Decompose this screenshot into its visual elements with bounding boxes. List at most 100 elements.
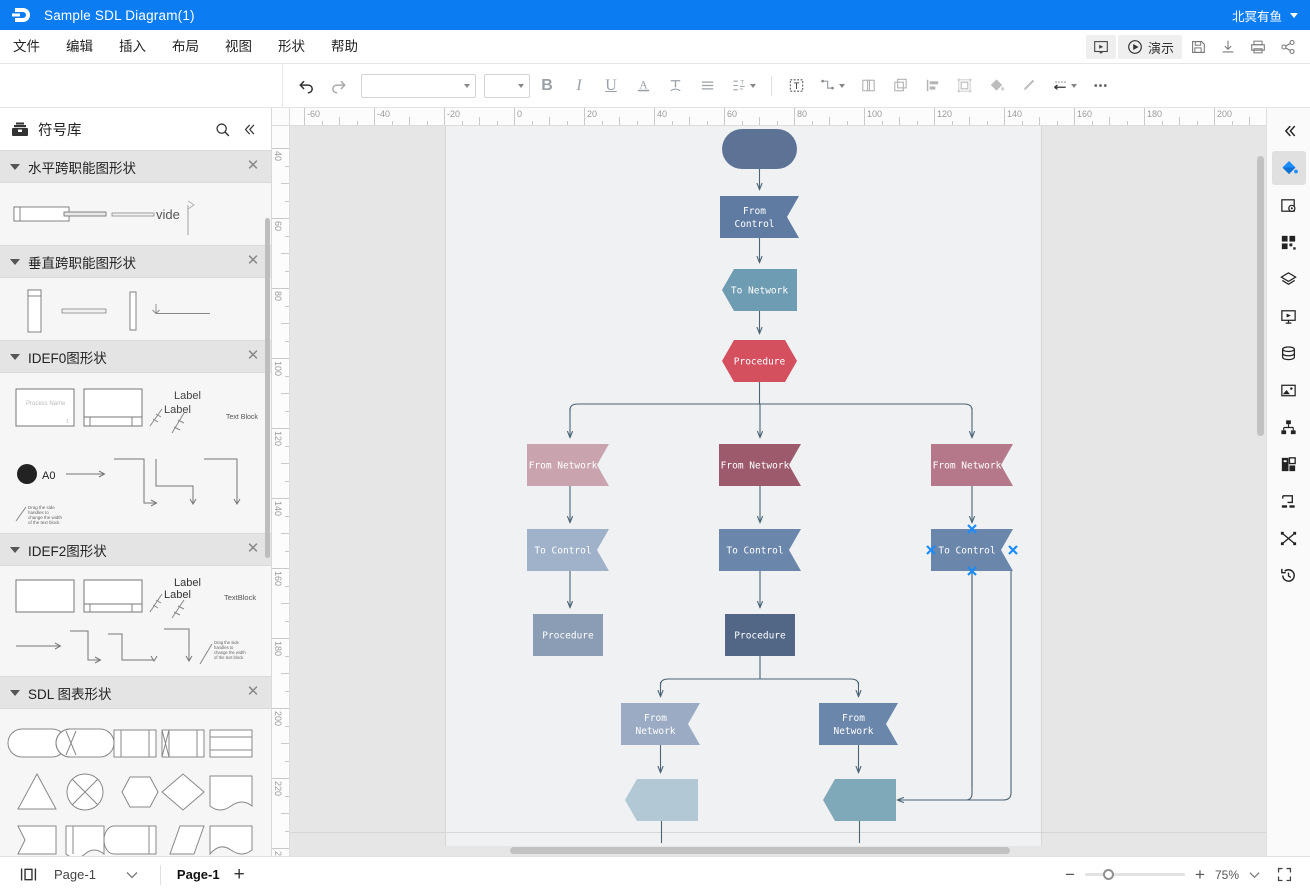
symbol-library-body[interactable]: 水平跨职能图形状 ✕ vide 垂直跨职能图形状 ✕ IDEF0图形状 ✕ Pr… <box>0 150 271 856</box>
chevron-down-icon[interactable] <box>1290 12 1298 18</box>
zoom-level-label[interactable]: 75% <box>1215 868 1239 882</box>
canvas-vscrollbar[interactable] <box>1257 156 1264 436</box>
horizontal-ruler[interactable]: -60-40-200204060801001201401601802002202… <box>272 108 1266 126</box>
text-style-button[interactable] <box>660 72 690 100</box>
zoom-in-button[interactable]: + <box>1195 866 1205 883</box>
canvas-area[interactable]: -60 -40 -20 0 20 40 60 80 100 120 140 160 180 200 220 2… <box>272 108 1266 856</box>
sdl-diagram[interactable]: From ControlTo NetworkProcedureFrom Netwo… <box>290 126 1266 846</box>
shape-previews-vertical[interactable] <box>4 286 268 334</box>
chevron-down-icon[interactable] <box>1249 871 1260 879</box>
ruler-label: 20 <box>587 109 598 119</box>
redo-button[interactable] <box>323 72 353 100</box>
connector-style-button[interactable] <box>1272 484 1306 518</box>
section-sdl[interactable]: SDL 图表形状 ✕ <box>0 676 271 709</box>
org-chart-icon <box>1281 419 1296 434</box>
menu-file[interactable]: 文件 <box>0 30 53 64</box>
page-setup-button[interactable] <box>1272 188 1306 222</box>
shuffle-button[interactable] <box>1272 521 1306 555</box>
slideshow-button[interactable] <box>1085 35 1116 59</box>
section-idef2[interactable]: IDEF2图形状 ✕ <box>0 533 271 566</box>
group-button[interactable] <box>853 72 883 100</box>
collapse-panel-icon <box>1284 125 1295 137</box>
close-icon[interactable]: ✕ <box>245 541 261 558</box>
underline-button[interactable]: U <box>596 72 626 100</box>
menu-layout[interactable]: 布局 <box>159 30 212 64</box>
share-button[interactable] <box>1274 34 1302 60</box>
svg-text:Label: Label <box>164 404 191 416</box>
bold-button[interactable]: B <box>532 72 562 100</box>
zoom-slider-knob[interactable] <box>1103 869 1115 880</box>
database-button[interactable] <box>1272 336 1306 370</box>
print-button[interactable] <box>1244 34 1272 60</box>
org-chart-button[interactable] <box>1272 410 1306 444</box>
menu-view[interactable]: 视图 <box>212 30 265 64</box>
shape-previews-idef2[interactable]: Label Label TextBlock Drag the side hand… <box>4 574 268 674</box>
line-spacing-icon: T <box>733 80 745 91</box>
layers-button[interactable] <box>1272 262 1306 296</box>
page-tab-page-1[interactable]: Page-1 <box>177 867 220 882</box>
history-button[interactable] <box>1272 558 1306 592</box>
ruler-label: 40 <box>273 151 283 162</box>
page-view-button[interactable] <box>14 862 42 888</box>
save-button[interactable] <box>1184 34 1212 60</box>
shape-gallery-button[interactable] <box>1272 225 1306 259</box>
font-family-select[interactable] <box>361 73 476 98</box>
line-style-button[interactable] <box>1045 72 1083 100</box>
menu-bar-actions: 演示 <box>1085 30 1302 64</box>
zoom-out-button[interactable]: − <box>1065 866 1075 883</box>
font-color-button[interactable]: A <box>628 72 658 100</box>
collapse-panel-button[interactable] <box>1272 114 1306 148</box>
image-button[interactable] <box>1272 373 1306 407</box>
presentation-button[interactable] <box>1272 299 1306 333</box>
font-size-select[interactable] <box>484 73 530 98</box>
close-icon[interactable]: ✕ <box>245 253 261 270</box>
line-spacing-button[interactable]: T <box>724 72 762 100</box>
arrange-button[interactable] <box>949 72 979 100</box>
library-collapse-button[interactable] <box>235 116 261 142</box>
more-button[interactable] <box>1085 72 1115 100</box>
library-search-button[interactable] <box>209 116 235 142</box>
ruler-label: -60 <box>307 109 321 119</box>
vertical-ruler[interactable]: 406080100120140160180200220240260280 <box>272 108 290 856</box>
download-button[interactable] <box>1214 34 1242 60</box>
shape-previews-horizontal[interactable]: vide <box>4 191 268 239</box>
close-icon[interactable]: ✕ <box>245 684 261 701</box>
undo-button[interactable] <box>291 72 321 100</box>
shape-previews-idef0[interactable]: Process Name 1 Label Text Block Label A0 <box>4 381 268 531</box>
brush-button[interactable] <box>1013 72 1043 100</box>
menu-insert[interactable]: 插入 <box>106 30 159 64</box>
align-objects-button[interactable] <box>917 72 947 100</box>
ruler-tick <box>272 288 289 289</box>
section-horizontal-cross-functional[interactable]: 水平跨职能图形状 ✕ <box>0 150 271 183</box>
connector-button[interactable] <box>813 72 851 100</box>
close-icon[interactable]: ✕ <box>245 158 261 175</box>
present-button[interactable]: 演示 <box>1117 35 1182 59</box>
fill-button[interactable] <box>981 72 1011 100</box>
fill-style-button[interactable] <box>1271 151 1306 185</box>
canvas-board[interactable]: From Control To Network Procedure From Netwo… <box>290 126 1266 856</box>
align-button[interactable] <box>692 72 722 100</box>
template-button[interactable] <box>1272 447 1306 481</box>
connection-point[interactable] <box>1008 545 1018 555</box>
menu-shape[interactable]: 形状 <box>265 30 318 64</box>
duplicate-button[interactable] <box>885 72 915 100</box>
add-page-button[interactable]: + <box>226 865 253 884</box>
italic-button[interactable]: I <box>564 72 594 100</box>
close-icon[interactable]: ✕ <box>245 348 261 365</box>
ruler-tick <box>1214 108 1215 125</box>
shape-previews-sdl[interactable] <box>4 721 268 856</box>
page-selector[interactable]: Page-1 <box>48 867 144 882</box>
text-box-button[interactable]: T <box>781 72 811 100</box>
connector-style-icon <box>1281 494 1295 508</box>
fit-screen-button[interactable] <box>1270 862 1298 888</box>
ruler-subtick <box>281 673 289 674</box>
user-name[interactable]: 北冥有鱼 <box>1232 6 1282 25</box>
section-idef0[interactable]: IDEF0图形状 ✕ <box>0 340 271 373</box>
library-scrollbar[interactable] <box>265 218 270 558</box>
zoom-slider[interactable] <box>1085 869 1186 880</box>
section-vertical-cross-functional[interactable]: 垂直跨职能图形状 ✕ <box>0 245 271 278</box>
menu-edit[interactable]: 编辑 <box>53 30 106 64</box>
menu-help[interactable]: 帮助 <box>318 30 371 64</box>
ruler-corner <box>272 108 290 126</box>
canvas-hscrollbar[interactable] <box>510 847 1010 854</box>
